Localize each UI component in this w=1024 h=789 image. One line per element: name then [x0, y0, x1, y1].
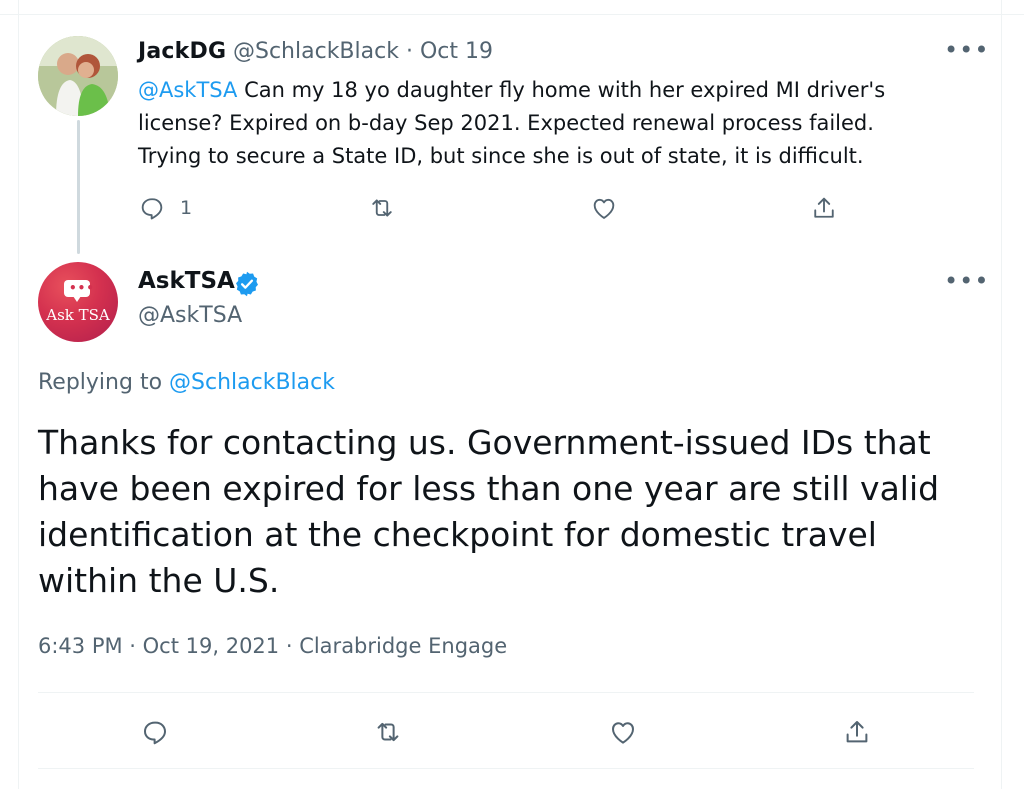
parent-share-button[interactable] — [810, 194, 838, 222]
main-date[interactable]: Oct 19, 2021 — [143, 634, 280, 658]
main-timestamp: 6:43 PM · Oct 19, 2021 · Clarabridge Eng… — [38, 634, 508, 658]
main-like-button[interactable] — [608, 717, 638, 747]
replying-handle-link[interactable]: @SchlackBlack — [169, 370, 335, 395]
asktsa-avatar[interactable]: ••• Ask TSA — [38, 262, 118, 342]
main-share-button[interactable] — [842, 717, 872, 747]
main-tweet-text: Thanks for contacting us. Government-iss… — [38, 423, 940, 600]
replying-prefix: Replying to — [38, 370, 163, 395]
parent-like-button[interactable] — [590, 194, 618, 222]
main-reply-button[interactable] — [140, 717, 170, 747]
heart-icon — [612, 722, 634, 744]
verified-badge-icon — [236, 271, 258, 297]
main-more-button[interactable]: ••• — [944, 267, 989, 295]
chat-dots: ••• — [69, 281, 96, 295]
main-handle[interactable]: @AskTSA — [138, 303, 242, 328]
parent-more-button[interactable]: ••• — [944, 36, 989, 64]
share-icon — [814, 197, 834, 218]
reply-icon — [141, 198, 163, 220]
retweet-icon — [377, 722, 399, 742]
action-bar-bottom-divider — [38, 768, 974, 769]
reply-icon — [144, 721, 166, 745]
action-bar-top-divider — [38, 692, 974, 693]
parent-mention-link[interactable]: @AskTSA — [138, 78, 237, 102]
parent-retweet-button[interactable] — [368, 194, 396, 222]
parent-meta: @SchlackBlack · Oct 19 — [233, 39, 493, 64]
left-border — [18, 0, 19, 789]
parent-date[interactable]: Oct 19 — [420, 39, 493, 64]
retweet-icon — [372, 199, 392, 217]
main-source[interactable]: Clarabridge Engage — [299, 634, 507, 658]
top-divider — [0, 14, 1024, 15]
thread-connector — [77, 120, 80, 254]
parent-handle[interactable]: @SchlackBlack — [233, 39, 399, 64]
parent-tweet-text: @AskTSA Can my 18 yo daughter fly home w… — [138, 74, 938, 173]
parent-author-name[interactable]: JackDG — [138, 39, 226, 64]
parent-tweet-body: Can my 18 yo daughter fly home with her … — [138, 78, 886, 168]
jackdg-avatar[interactable] — [38, 36, 118, 116]
main-time[interactable]: 6:43 PM — [38, 634, 123, 658]
tweet-thread: JackDG @SchlackBlack · Oct 19 ••• @AskTS… — [0, 0, 1024, 789]
parent-reply-button[interactable]: 1 — [138, 194, 192, 222]
replying-to-line: Replying to @SchlackBlack — [38, 370, 335, 395]
parent-reply-count: 1 — [180, 197, 193, 219]
right-border — [1001, 0, 1002, 789]
heart-icon — [593, 198, 615, 219]
share-icon — [846, 721, 868, 743]
avatar-photo — [38, 36, 118, 116]
avatar-logo-text: Ask TSA — [46, 306, 110, 324]
main-author-name[interactable]: AskTSA — [138, 268, 235, 294]
main-retweet-button[interactable] — [373, 717, 403, 747]
